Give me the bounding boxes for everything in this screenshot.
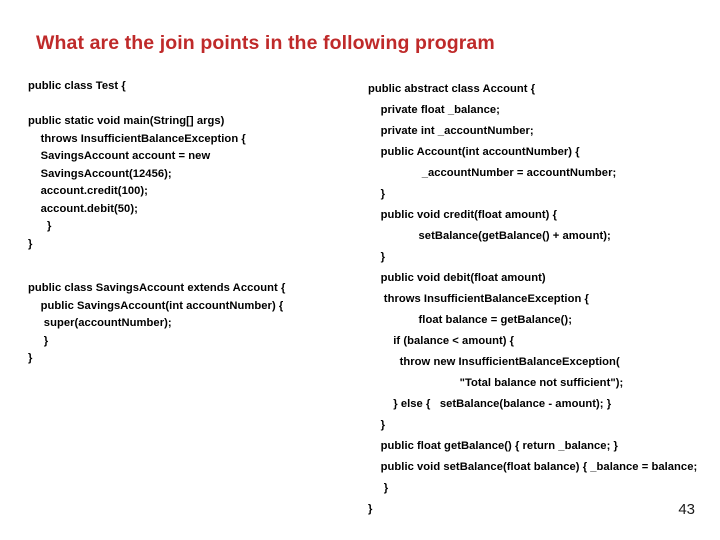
code-line: public static void main(String[] args)	[28, 115, 225, 127]
code-line: SavingsAccount account = new	[28, 150, 211, 162]
code-line: public abstract class Account {	[368, 83, 536, 95]
code-line: public class Test {	[28, 80, 126, 92]
code-line: }	[28, 352, 33, 364]
code-line: throws InsufficientBalanceException {	[28, 132, 246, 145]
code-line: account.debit(50);	[28, 202, 138, 215]
code-line: setBalance(getBalance() + amount);	[368, 230, 611, 242]
code-line: public SavingsAccount(int accountNumber)…	[28, 299, 284, 312]
code-block-savings-account-class: public class SavingsAccount extends Acco…	[28, 280, 285, 368]
slide-canvas: What are the join points in the followin…	[0, 0, 720, 540]
code-line: public float getBalance() { return _bala…	[368, 440, 618, 452]
code-line: public void setBalance(float balance) { …	[368, 461, 698, 473]
code-line: }	[28, 220, 52, 232]
code-line: throws InsufficientBalanceException {	[368, 293, 589, 305]
code-line: super(accountNumber);	[28, 317, 172, 329]
code-line: _accountNumber = accountNumber;	[368, 167, 617, 179]
code-line: throw new InsufficientBalanceException(	[368, 356, 620, 368]
code-line: }	[368, 503, 373, 515]
code-line: account.credit(100);	[28, 185, 148, 197]
code-line: if (balance < amount) {	[368, 335, 515, 347]
page-number: 43	[678, 501, 695, 518]
code-line: }	[28, 237, 33, 250]
code-line: }	[368, 482, 389, 494]
code-block-account-class: public abstract class Account { private …	[368, 79, 720, 520]
code-line: public void debit(float amount)	[368, 272, 546, 284]
code-block-test-class: public class Test { public static void m…	[28, 78, 246, 253]
code-line: }	[28, 334, 49, 347]
code-line: private float _balance;	[368, 104, 500, 116]
code-line: float balance = getBalance();	[368, 314, 572, 326]
code-line: public Account(int accountNumber) {	[368, 146, 580, 158]
code-line: } else { setBalance(balance - amount); }	[368, 398, 612, 410]
code-line: }	[368, 251, 386, 263]
code-line: }	[368, 419, 386, 431]
code-line: }	[368, 188, 386, 200]
code-line: private int _accountNumber;	[368, 125, 534, 137]
page-title: What are the join points in the followin…	[36, 32, 495, 54]
code-line: SavingsAccount(12456);	[28, 167, 172, 180]
code-line: "Total balance not sufficient");	[368, 377, 624, 389]
code-line: public class SavingsAccount extends Acco…	[28, 282, 286, 294]
code-line: public void credit(float amount) {	[368, 209, 557, 221]
